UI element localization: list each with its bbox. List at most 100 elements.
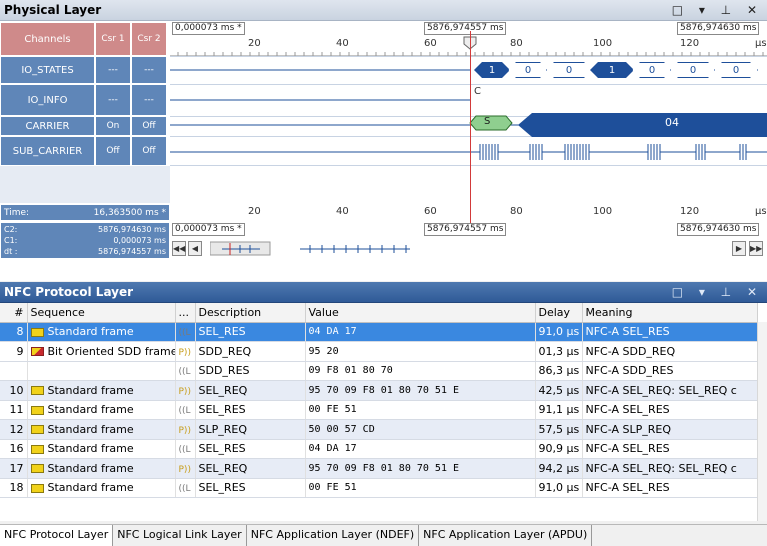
row-description: SEL_RES: [195, 439, 306, 459]
overview-timeline[interactable]: [210, 241, 680, 257]
col-header-description[interactable]: Description: [195, 303, 306, 323]
row-value: 00 FE 51: [305, 478, 536, 498]
row-meaning: NFC-A SEL_RES: [582, 400, 758, 420]
row-direction: ((L: [175, 322, 196, 342]
next-frame-button[interactable]: ▶: [732, 241, 746, 256]
row-sequence: Standard frame: [27, 478, 176, 498]
col-header-value[interactable]: Value: [305, 303, 536, 323]
csr1-io-info: ---: [95, 84, 131, 116]
time-label: Time:: [4, 207, 30, 218]
poller-direction-icon: P)): [178, 347, 191, 358]
col-header-sequence[interactable]: Sequence: [27, 303, 176, 323]
col-header-meaning[interactable]: Meaning: [582, 303, 758, 323]
channel-io-info[interactable]: IO_INFO: [0, 84, 95, 116]
time-tick: 60: [424, 206, 437, 217]
time-value: 16,363500 ms *: [93, 207, 166, 218]
c2-value: 5876,974630 ms: [98, 225, 166, 234]
row-direction: P)): [175, 419, 196, 440]
table-row[interactable]: 17 Standard frame P)) SEL_REQ 95 70 09 F8 01…: [0, 458, 758, 479]
row-direction: ((L: [175, 400, 196, 420]
row-number: 10: [0, 380, 28, 401]
io-state-segment[interactable]: 0: [546, 62, 592, 78]
col-header-num[interactable]: #: [0, 303, 28, 323]
poller-direction-icon: P)): [178, 425, 191, 436]
col-header-dir[interactable]: ...: [175, 303, 196, 323]
bottom-left-timestamp: 0,000073 ms *: [172, 223, 245, 236]
row-sequence-text: Standard frame: [47, 442, 134, 456]
channel-carrier[interactable]: CARRIER: [0, 116, 95, 136]
row-meaning: NFC-A SEL_REQ: SEL_REQ c: [582, 458, 758, 479]
row-description: SLP_REQ: [195, 419, 306, 440]
window-controls[interactable]: □ ▾ ⊥ ✕: [672, 282, 763, 303]
row-number: 18: [0, 478, 28, 498]
table-scrollbar[interactable]: [757, 322, 767, 521]
table-row[interactable]: 10 Standard frame P)) SEL_REQ 95 70 09 F8 01…: [0, 380, 758, 401]
table-row[interactable]: 9 Bit Oriented SDD frame P)) SDD_REQ 95 20 01…: [0, 341, 758, 362]
physical-layer-title-bar: Physical Layer □ ▾ ⊥ ✕: [0, 0, 767, 21]
col-header-delay[interactable]: Delay: [535, 303, 583, 323]
time-cursor[interactable]: [470, 31, 471, 227]
io-info-s-label[interactable]: S: [484, 116, 490, 127]
io-state-segment[interactable]: 0: [632, 62, 672, 78]
prev-frame-button[interactable]: ◀: [188, 241, 202, 256]
io-state-segment[interactable]: 1: [590, 62, 634, 78]
table-row[interactable]: 18 Standard frame ((L SEL_RES 00 FE 51 91,0 µ…: [0, 478, 758, 498]
row-meaning: NFC-A SDD_REQ: [582, 341, 758, 362]
standard-frame-icon: [30, 425, 44, 435]
row-description: SEL_RES: [195, 478, 306, 498]
row-description: SDD_RES: [195, 361, 306, 381]
ruler-center-timestamp: 5876,974557 ms: [424, 22, 507, 35]
row-delay: 57,5 µs: [535, 419, 583, 440]
tab-application-apdu[interactable]: NFC Application Layer (APDU): [419, 525, 593, 546]
csr1-sub-carrier: Off: [95, 136, 131, 166]
io-state-segment[interactable]: 0: [508, 62, 548, 78]
csr1-header: Csr 1: [95, 22, 131, 56]
row-delay: 01,3 µs: [535, 341, 583, 362]
table-row[interactable]: 12 Standard frame P)) SLP_REQ 50 00 57 CD 57,…: [0, 419, 758, 440]
io-info-value[interactable]: 04: [665, 116, 679, 129]
io-state-segment[interactable]: 0: [714, 62, 758, 78]
row-meaning: NFC-A SEL_RES: [582, 439, 758, 459]
protocol-layer-title-bar: NFC Protocol Layer □ ▾ ⊥ ✕: [0, 282, 767, 303]
ruler-tick: 40: [336, 38, 349, 49]
listener-direction-icon: ((L: [178, 406, 191, 417]
channels-header: Channels: [0, 22, 95, 56]
last-frame-button[interactable]: ▶▶: [749, 241, 763, 256]
row-sequence: Standard frame: [27, 380, 176, 401]
io-info-c-label: C: [474, 86, 481, 97]
row-number: 12: [0, 419, 28, 440]
table-row[interactable]: 16 Standard frame ((L SEL_RES 04 DA 17 90,9 µ…: [0, 439, 758, 459]
listener-direction-icon: ((L: [178, 445, 191, 456]
csr2-io-states: ---: [131, 56, 167, 84]
bottom-right-timestamp: 5876,974630 ms: [677, 223, 760, 236]
channel-io-states[interactable]: IO_STATES: [0, 56, 95, 84]
csr1-io-states: ---: [95, 56, 131, 84]
row-delay: 86,3 µs: [535, 361, 583, 381]
tab-application-ndef[interactable]: NFC Application Layer (NDEF): [247, 525, 420, 546]
table-row[interactable]: 11 Standard frame ((L SEL_RES 00 FE 51 91,1 µ…: [0, 400, 758, 420]
channel-sub-carrier[interactable]: SUB_CARRIER: [0, 136, 95, 166]
cursor-info-box: C2: 5876,974630 ms C1: 0,000073 ms dt : 587…: [0, 222, 170, 259]
time-unit: µs: [755, 206, 767, 217]
physical-layer-title: Physical Layer: [4, 3, 102, 17]
csr2-sub-carrier: Off: [131, 136, 167, 166]
protocol-layer-title: NFC Protocol Layer: [4, 285, 134, 299]
ruler-tick: 120: [680, 38, 700, 49]
row-meaning: NFC-A SLP_REQ: [582, 419, 758, 440]
row-value: 50 00 57 CD: [305, 419, 536, 440]
row-sequence: Standard frame: [27, 322, 176, 342]
io-state-segment[interactable]: 0: [670, 62, 716, 78]
tab-logical-link-layer[interactable]: NFC Logical Link Layer: [113, 525, 247, 546]
window-controls[interactable]: □ ▾ ⊥ ✕: [672, 0, 763, 21]
table-row[interactable]: ((L SDD_RES 09 F8 01 80 70 86,3 µs NFC-A SDD…: [0, 361, 758, 381]
c1-label: C1:: [4, 236, 18, 245]
standard-frame-icon: [30, 483, 44, 493]
standard-frame-icon: [30, 444, 44, 454]
row-sequence: Standard frame: [27, 439, 176, 459]
row-value: 00 FE 51: [305, 400, 536, 420]
table-row[interactable]: 8 Standard frame ((L SEL_RES 04 DA 17 91,0 µs…: [0, 322, 758, 342]
standard-frame-icon: [30, 386, 44, 396]
tab-protocol-layer[interactable]: NFC Protocol Layer: [0, 525, 114, 546]
first-frame-button[interactable]: ◀◀: [172, 241, 186, 256]
row-delay: 91,0 µs: [535, 322, 583, 342]
